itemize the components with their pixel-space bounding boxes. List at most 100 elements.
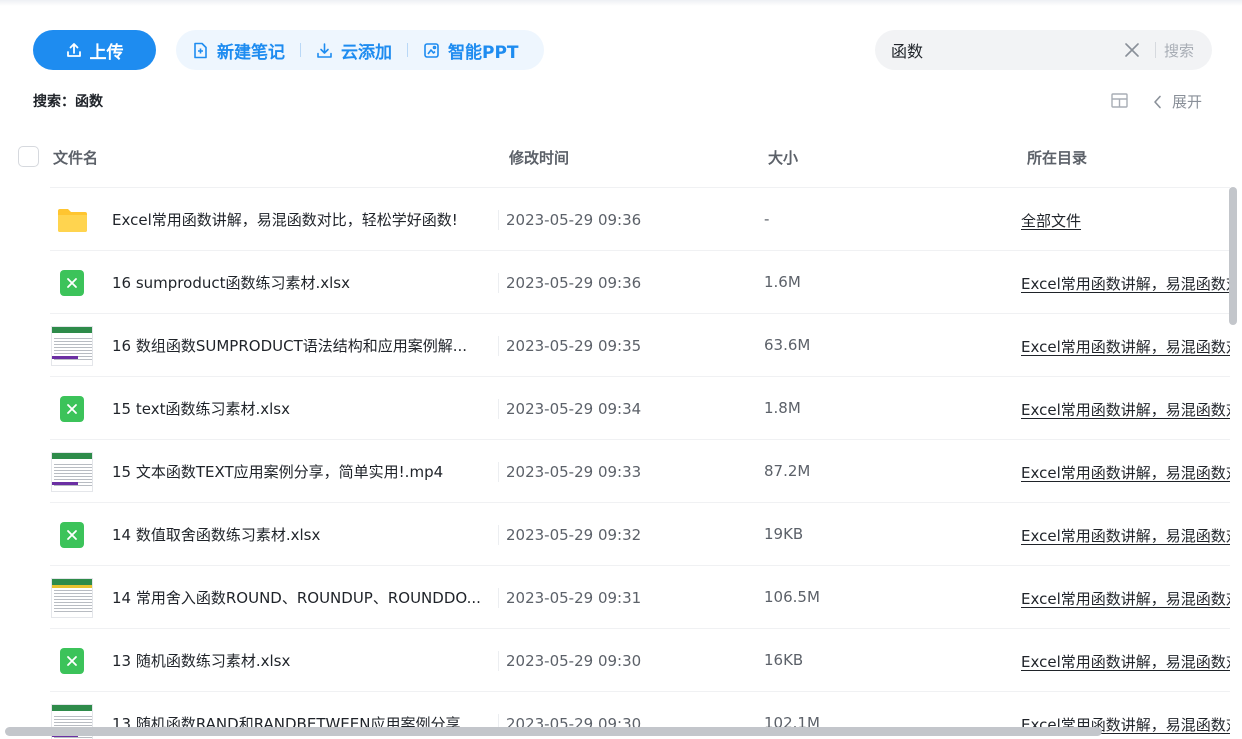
file-size: 87.2M (764, 462, 811, 480)
table-row[interactable]: 16 sumproduct函数练习素材.xlsx 2023-05-29 09:3… (50, 250, 1230, 313)
file-size: 106.5M (764, 588, 820, 606)
search-input[interactable] (891, 40, 1111, 60)
table-row[interactable]: 14 常用舍入函数ROUND、ROUNDUP、ROUNDDO... 2023-0… (50, 565, 1230, 628)
file-size: 1.8M (764, 399, 801, 417)
row-icon-cell (51, 388, 93, 430)
divider (300, 43, 301, 57)
file-name[interactable]: Excel常用函数讲解，易混函数对比，轻松学好函数! (112, 209, 492, 230)
directory-link[interactable]: Excel常用函数讲解，易混函数对比，轻松学好函数! (1021, 462, 1230, 483)
directory-link[interactable]: Excel常用函数讲解，易混函数对比，轻松学好函数! (1021, 588, 1230, 609)
file-size: 16KB (764, 651, 804, 669)
divider (407, 43, 408, 57)
modified-time: 2023-05-29 09:36 (506, 211, 642, 229)
cloud-add-button[interactable]: 云添加 (316, 38, 392, 63)
new-note-button[interactable]: 新建笔记 (192, 38, 285, 63)
close-icon[interactable] (1125, 43, 1139, 57)
table-header: 文件名 修改时间 大小 所在目录 (0, 137, 1230, 177)
upload-icon (66, 43, 81, 57)
column-header-directory[interactable]: 所在目录 (1027, 147, 1087, 168)
column-header-modified[interactable]: 修改时间 (509, 147, 569, 168)
column-divider (498, 273, 499, 293)
table-row[interactable]: 15 文本函数TEXT应用案例分享，简单实用!.mp4 2023-05-29 0… (50, 439, 1230, 502)
file-name[interactable]: 14 数值取舍函数练习素材.xlsx (112, 524, 492, 545)
directory-link[interactable]: Excel常用函数讲解，易混函数对比，轻松学好函数! (1021, 399, 1230, 420)
column-divider (498, 525, 499, 545)
grid-view-icon[interactable] (1111, 93, 1128, 108)
row-icon-cell (51, 325, 93, 367)
column-divider (498, 651, 499, 671)
download-icon (317, 42, 332, 58)
row-icon-cell (51, 514, 93, 556)
row-icon-cell (51, 199, 93, 241)
directory-link[interactable]: Excel常用函数讲解，易混函数对比，轻松学好函数! (1021, 525, 1230, 546)
row-icon-cell (51, 451, 93, 493)
video-thumbnail (51, 452, 93, 492)
new-note-label: 新建笔记 (217, 42, 285, 63)
video-thumbnail (51, 326, 93, 366)
search-result-label: 搜索：函数 (33, 94, 103, 110)
file-name[interactable]: 13 随机函数练习素材.xlsx (112, 650, 492, 671)
expand-label: 展开 (1172, 93, 1203, 111)
smart-ppt-button[interactable]: 智能PPT (423, 38, 519, 63)
modified-time: 2023-05-29 09:30 (506, 652, 642, 670)
modified-time: 2023-05-29 09:35 (506, 337, 642, 355)
vertical-scrollbar[interactable] (1229, 187, 1237, 325)
row-icon-cell (51, 262, 93, 304)
file-name[interactable]: 16 sumproduct函数练习素材.xlsx (112, 272, 492, 293)
search-box: 搜索 (875, 30, 1212, 70)
table-row[interactable]: 16 数组函数SUMPRODUCT语法结构和应用案例解... 2023-05-2… (50, 313, 1230, 376)
column-divider (498, 462, 499, 482)
table-row[interactable]: Excel常用函数讲解，易混函数对比，轻松学好函数! 2023-05-29 09… (50, 187, 1230, 250)
directory-link[interactable]: Excel常用函数讲解，易混函数对比，轻松学好函数! (1021, 336, 1230, 357)
expand-button[interactable]: 展开 (1153, 91, 1202, 112)
column-divider (498, 588, 499, 608)
directory-link[interactable]: 全部文件 (1021, 210, 1230, 231)
new-note-icon (194, 42, 207, 58)
upload-button[interactable]: 上传 (33, 30, 156, 70)
file-name[interactable]: 14 常用舍入函数ROUND、ROUNDUP、ROUNDDO... (112, 587, 492, 608)
directory-link[interactable]: Excel常用函数讲解，易混函数对比，轻松学好函数! (1021, 651, 1230, 672)
directory-link[interactable]: Excel常用函数讲解，易混函数对比，轻松学好函数! (1021, 273, 1230, 294)
file-size: - (764, 210, 770, 228)
video-thumbnail (51, 578, 93, 618)
xlsx-icon (60, 270, 84, 296)
file-name[interactable]: 16 数组函数SUMPRODUCT语法结构和应用案例解... (112, 335, 492, 356)
modified-time: 2023-05-29 09:31 (506, 589, 642, 607)
file-name[interactable]: 15 text函数练习素材.xlsx (112, 398, 492, 419)
cloud-add-label: 云添加 (341, 42, 392, 63)
folder-icon (57, 209, 87, 232)
column-header-size[interactable]: 大小 (768, 147, 798, 168)
column-divider (498, 399, 499, 419)
file-name[interactable]: 15 文本函数TEXT应用案例分享，简单实用!.mp4 (112, 461, 492, 482)
table-row[interactable]: 15 text函数练习素材.xlsx 2023-05-29 09:34 1.8M… (50, 376, 1230, 439)
xlsx-icon (60, 648, 84, 674)
xlsx-icon (60, 396, 84, 422)
search-divider (1155, 42, 1156, 58)
horizontal-scrollbar[interactable] (5, 727, 1102, 736)
table-row[interactable]: 14 数值取舍函数练习素材.xlsx 2023-05-29 09:32 19KB… (50, 502, 1230, 565)
column-header-name[interactable]: 文件名 (53, 147, 98, 168)
top-edge (0, 0, 1242, 6)
chevron-left-icon (1154, 95, 1161, 108)
row-icon-cell (51, 640, 93, 682)
modified-time: 2023-05-29 09:33 (506, 463, 642, 481)
file-list: Excel常用函数讲解，易混函数对比，轻松学好函数! 2023-05-29 09… (0, 187, 1230, 739)
column-divider (498, 336, 499, 356)
row-icon-cell (51, 577, 93, 619)
action-group: 新建笔记 云添加 智能PPT (176, 30, 544, 70)
select-all-checkbox[interactable] (18, 146, 39, 167)
file-size: 19KB (764, 525, 804, 543)
modified-time: 2023-05-29 09:32 (506, 526, 642, 544)
modified-time: 2023-05-29 09:36 (506, 274, 642, 292)
table-row[interactable]: 13 随机函数练习素材.xlsx 2023-05-29 09:30 16KB E… (50, 628, 1230, 691)
file-size: 1.6M (764, 273, 801, 291)
search-button[interactable]: 搜索 (1164, 40, 1194, 61)
ppt-icon (424, 42, 439, 58)
file-manager-window: 上传 新建笔记 云添加 智能PPT 搜索 (0, 0, 1242, 739)
xlsx-icon (60, 522, 84, 548)
column-divider (498, 210, 499, 230)
smart-ppt-label: 智能PPT (448, 42, 519, 63)
upload-label: 上传 (89, 42, 124, 63)
modified-time: 2023-05-29 09:34 (506, 400, 642, 418)
file-size: 63.6M (764, 336, 811, 354)
